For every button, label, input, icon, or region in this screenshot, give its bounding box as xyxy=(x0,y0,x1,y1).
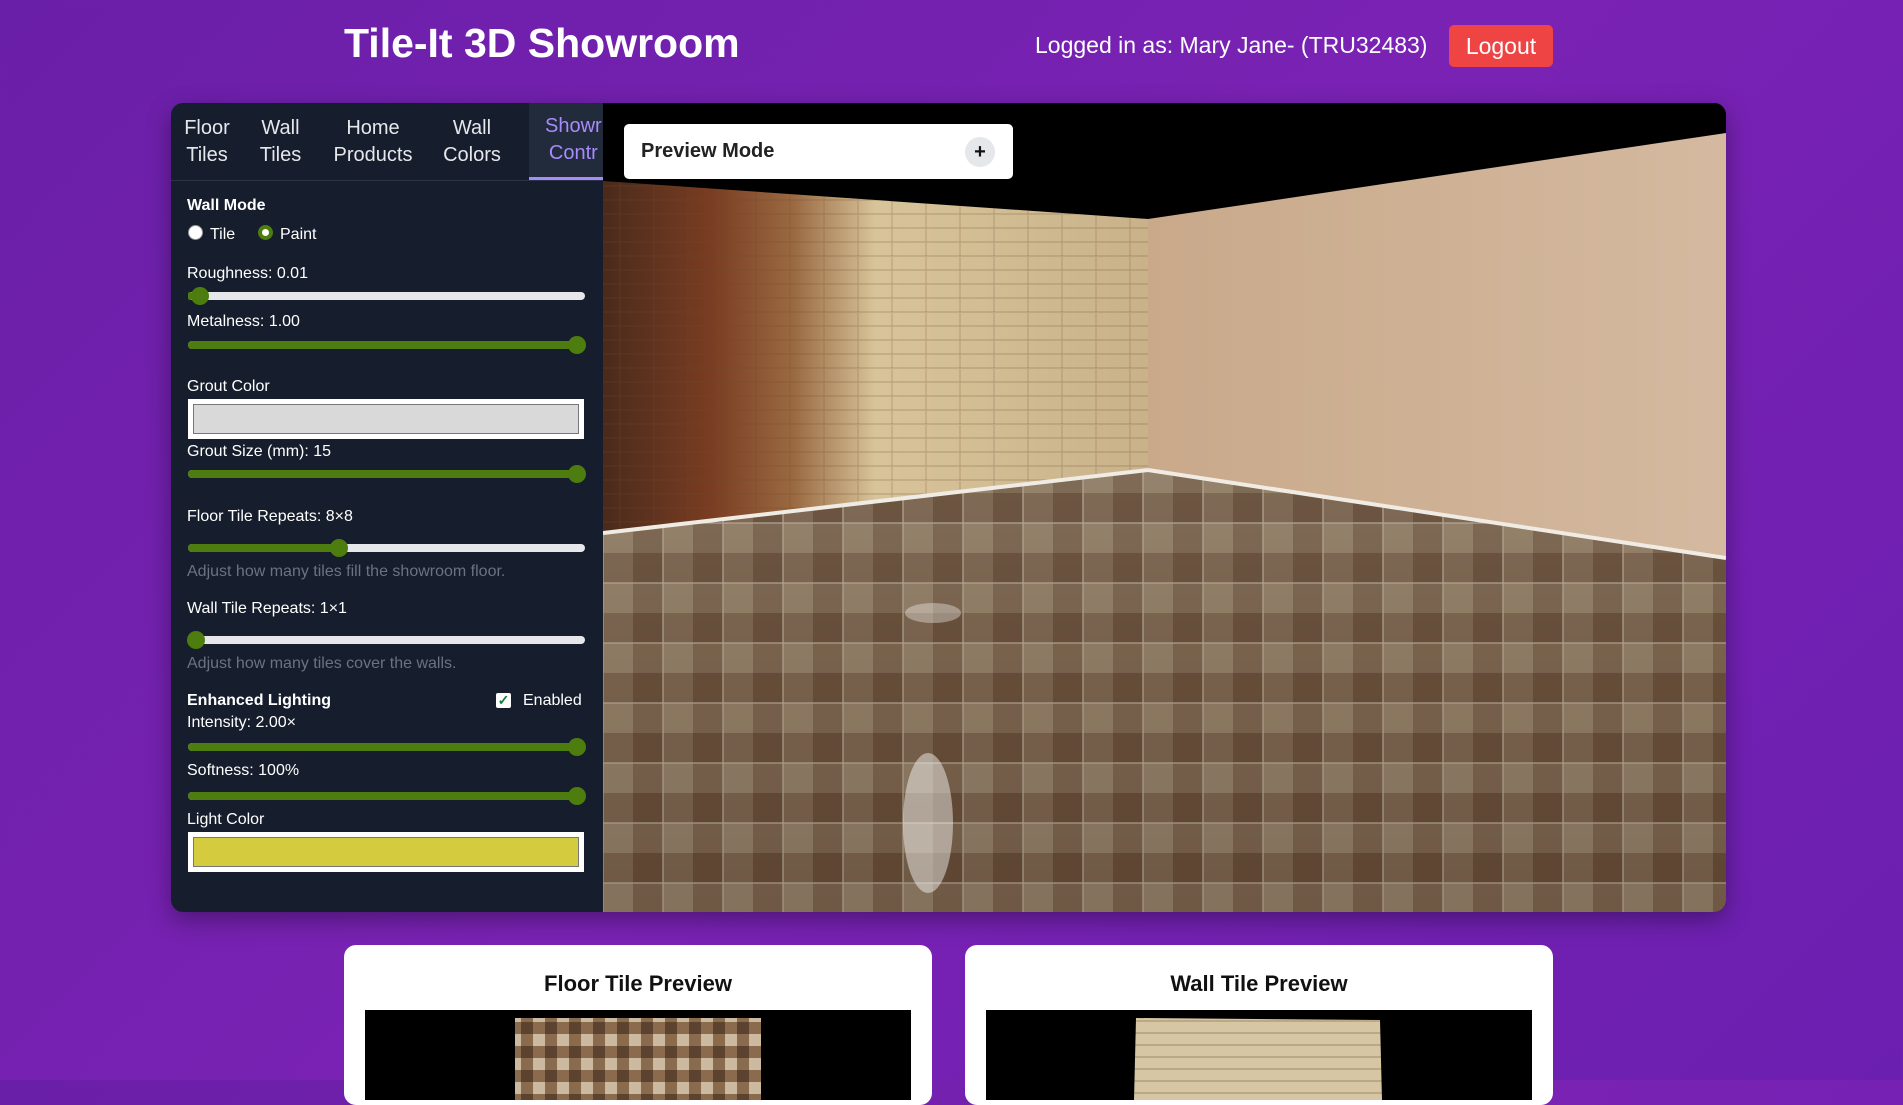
wall-tile-preview-card: Wall Tile Preview xyxy=(965,945,1553,1105)
tab-home-products[interactable]: Home Products xyxy=(318,103,428,180)
wall-tile-preview-canvas[interactable] xyxy=(986,1010,1532,1100)
app-title: Tile-It 3D Showroom xyxy=(344,20,740,66)
softness-thumb[interactable] xyxy=(568,787,587,805)
wall-tile-repeats-label: Wall Tile Repeats: 1×1 xyxy=(187,600,347,617)
floor-tile-repeats-label: Floor Tile Repeats: 8×8 xyxy=(187,508,353,525)
lighting-enabled-label: Enabled xyxy=(523,692,582,709)
roughness-thumb[interactable] xyxy=(190,287,209,305)
grout-size-fill xyxy=(188,470,585,478)
wall-tile-repeats-hint: Adjust how many tiles cover the walls. xyxy=(187,655,457,672)
light-color-picker[interactable] xyxy=(188,832,584,872)
metalness-label: Metalness: 1.00 xyxy=(187,313,300,330)
wall-mode-tile-label: Tile xyxy=(210,226,236,243)
wall-mode-paint-label: Paint xyxy=(280,226,317,243)
intensity-fill xyxy=(188,743,585,751)
light-color-swatch xyxy=(193,837,579,867)
metalness-slider[interactable] xyxy=(188,336,587,354)
wall-tile-repeats-thumb[interactable] xyxy=(186,631,205,649)
control-sidebar: Floor Tiles Wall Tiles Home Products Wal… xyxy=(171,103,603,912)
grout-size-label: Grout Size (mm): 15 xyxy=(187,443,332,460)
softness-label: Softness: 100% xyxy=(187,762,300,779)
softness-slider[interactable] xyxy=(188,787,587,805)
logout-button[interactable]: Logout xyxy=(1449,25,1553,67)
intensity-slider[interactable] xyxy=(188,738,587,756)
floor-tile-repeats-fill xyxy=(188,544,339,552)
tab-wall-tiles[interactable]: Wall Tiles xyxy=(243,103,318,180)
wall-mode-label: Wall Mode xyxy=(187,197,266,214)
floor-tile-preview-card: Floor Tile Preview xyxy=(344,945,932,1105)
floor-tile-repeats-hint: Adjust how many tiles fill the showroom … xyxy=(187,563,506,580)
metalness-thumb[interactable] xyxy=(568,336,587,354)
expand-plus-icon[interactable]: + xyxy=(965,137,995,167)
floor-tile-repeats-thumb[interactable] xyxy=(329,539,348,557)
softness-fill xyxy=(188,792,585,800)
roughness-slider[interactable] xyxy=(188,287,585,305)
intensity-thumb[interactable] xyxy=(568,738,587,756)
preview-mode-label: Preview Mode xyxy=(641,140,775,162)
showroom-3d-viewport[interactable]: Preview Mode + xyxy=(603,103,1726,912)
roughness-label: Roughness: 0.01 xyxy=(187,265,308,282)
grout-size-slider[interactable] xyxy=(188,465,587,483)
grout-color-swatch xyxy=(193,404,579,434)
grout-size-thumb[interactable] xyxy=(568,465,587,483)
wall-mode-paint-radio[interactable] xyxy=(258,225,273,240)
tab-floor-tiles[interactable]: Floor Tiles xyxy=(171,103,243,180)
intensity-label: Intensity: 2.00× xyxy=(187,714,296,731)
floor-tile-repeats-slider[interactable] xyxy=(188,539,585,557)
metalness-fill xyxy=(188,341,585,349)
enhanced-lighting-label: Enhanced Lighting xyxy=(187,692,331,709)
grout-color-picker[interactable] xyxy=(188,399,584,439)
wall-tile-thumbnail xyxy=(1134,1018,1382,1100)
floor-tile-preview-canvas[interactable] xyxy=(365,1010,911,1100)
floor-tile-preview-title: Floor Tile Preview xyxy=(544,971,732,996)
tab-wall-colors[interactable]: Wall Colors xyxy=(428,103,516,180)
lighting-enabled-checkbox[interactable]: ✓ xyxy=(496,693,511,708)
wall-tile-repeats-slider[interactable] xyxy=(186,631,585,649)
room-render xyxy=(603,103,1726,912)
preview-mode-panel[interactable]: Preview Mode + xyxy=(624,124,1013,179)
tab-bar: Floor Tiles Wall Tiles Home Products Wal… xyxy=(171,103,603,181)
light-color-label: Light Color xyxy=(187,811,265,828)
wall-mode-tile-radio[interactable] xyxy=(188,225,203,240)
wall-tile-preview-title: Wall Tile Preview xyxy=(1170,971,1348,996)
showroom-card: Floor Tiles Wall Tiles Home Products Wal… xyxy=(171,103,1726,912)
user-info: Logged in as: Mary Jane- (TRU32483) xyxy=(1035,32,1428,58)
grout-color-label: Grout Color xyxy=(187,378,270,395)
header: Tile-It 3D Showroom Logged in as: Mary J… xyxy=(0,0,1903,92)
floor-tile-thumbnail xyxy=(515,1018,761,1100)
tab-showroom-controls[interactable]: Showr Contr xyxy=(529,103,603,180)
